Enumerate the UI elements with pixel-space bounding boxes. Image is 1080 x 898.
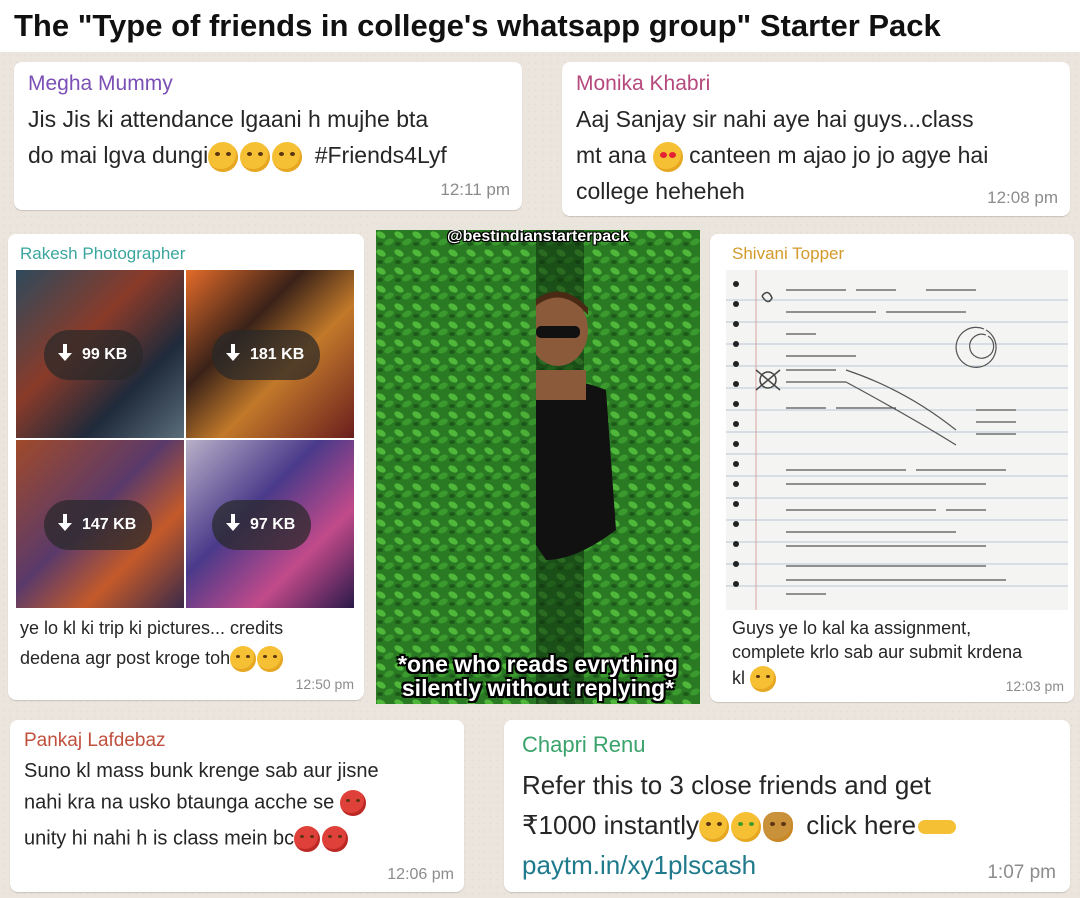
message-bubble[interactable]: Rakesh Photographer 99 KB 181 KB 147 KB … <box>8 234 364 700</box>
notebook-photo[interactable] <box>726 270 1068 610</box>
message-line: ye lo kl ki trip ki pictures... credits <box>20 618 284 638</box>
message-time: 12:03 pm <box>1005 678 1064 694</box>
message-text: do mai lgva dungi <box>28 142 209 169</box>
chat-panel-megha: Megha Mummy Jis Jis ki attendance lgaani… <box>0 52 540 222</box>
file-size: 97 KB <box>250 516 296 533</box>
download-arrow-icon <box>58 513 72 532</box>
message-text: unity hi nahi h is class mein bc <box>24 827 295 850</box>
chat-panel-pankaj: Pankaj Lafdebaz Suno kl mass bunk krenge… <box>0 708 480 898</box>
laughing-face-icon <box>257 646 284 672</box>
meme-caption: *one who reads evrything <box>398 651 678 677</box>
money-mouth-face-icon <box>731 812 761 843</box>
message-line: do mai lgva dungi #Friends4Lyf <box>28 142 447 172</box>
kissing-face-icon <box>240 142 271 172</box>
meme-image: @bestindianstarterpack *one who reads ev… <box>376 230 700 704</box>
page-title: The "Type of friends in college's whatsa… <box>0 0 1080 52</box>
message-text: canteen m ajao jo jo agye hai <box>689 142 989 169</box>
money-bag-icon <box>763 812 793 843</box>
message-text: dedena agr post kroge toh <box>20 647 231 668</box>
message-line: dedena agr post kroge toh <box>20 646 284 672</box>
star-struck-face-icon <box>699 812 729 843</box>
message-line: ₹1000 instantly click here <box>522 810 957 843</box>
message-line: Guys ye lo kal ka assignment, <box>732 618 972 638</box>
meme-caption: silently without replying* <box>401 675 675 701</box>
notebook-page <box>726 270 1068 610</box>
message-text: click here <box>806 810 917 840</box>
sad-face-icon <box>230 646 257 672</box>
message-line: Jis Jis ki attendance lgaani h mujhe bta <box>28 106 429 132</box>
message-bubble[interactable]: Megha Mummy Jis Jis ki attendance lgaani… <box>14 62 522 210</box>
chat-panel-rakesh: Rakesh Photographer 99 KB 181 KB 147 KB … <box>0 222 370 708</box>
download-button[interactable]: 181 KB <box>212 330 321 380</box>
sender-name: Rakesh Photographer <box>20 244 186 263</box>
chat-panel-renu: Chapri Renu Refer this to 3 close friend… <box>480 708 1080 898</box>
kissing-face-icon <box>208 142 239 172</box>
photo-thumbnail[interactable]: 181 KB <box>186 270 354 438</box>
message-time: 1:07 pm <box>987 862 1056 883</box>
sunglasses <box>536 326 580 338</box>
message-line: kl <box>732 666 777 692</box>
download-arrow-icon <box>226 343 240 362</box>
file-size: 99 KB <box>82 346 128 363</box>
message-line: Aaj Sanjay sir nahi aye hai guys...class <box>576 106 974 132</box>
message-text: nahi kra na usko btaunga acche se <box>24 791 335 814</box>
message-bubble[interactable]: Monika Khabri Aaj Sanjay sir nahi aye ha… <box>562 62 1070 216</box>
message-line: Suno kl mass bunk krenge sab aur jisne <box>24 760 379 782</box>
angry-face-icon <box>294 826 321 852</box>
download-button[interactable]: 99 KB <box>44 330 144 380</box>
message-bubble[interactable]: Pankaj Lafdebaz Suno kl mass bunk krenge… <box>10 720 464 892</box>
message-line: college heheheh <box>576 178 745 204</box>
hashtag: #Friends4Lyf <box>314 142 447 169</box>
kissing-face-icon <box>272 142 303 172</box>
sender-name: Chapri Renu <box>522 732 646 757</box>
message-text: mt ana <box>576 142 647 169</box>
message-line: nahi kra na usko btaunga acche se <box>24 790 366 816</box>
pointing-hand-icon <box>918 820 957 835</box>
message-time: 12:08 pm <box>987 188 1058 207</box>
download-button[interactable]: 97 KB <box>212 500 312 550</box>
watermark-handle: @bestindianstarterpack <box>447 230 629 245</box>
sender-name: Pankaj Lafdebaz <box>24 730 166 751</box>
download-arrow-icon <box>58 343 72 362</box>
sender-name: Monika Khabri <box>576 72 711 95</box>
sender-name: Shivani Topper <box>732 244 845 263</box>
message-time: 12:06 pm <box>387 866 454 883</box>
angry-face-icon <box>339 790 366 816</box>
angry-face-icon <box>322 826 349 852</box>
chat-panel-shivani: Shivani Topper Guys ye lo kal ka assignm… <box>706 222 1080 708</box>
photo-thumbnail[interactable]: 99 KB <box>16 270 184 438</box>
file-size: 147 KB <box>82 516 137 533</box>
photo-thumbnail[interactable]: 97 KB <box>186 440 354 608</box>
message-line: mt ana canteen m ajao jo jo agye hai <box>576 142 988 172</box>
message-line: unity hi nahi h is class mein bc <box>24 826 349 852</box>
sender-name: Megha Mummy <box>28 72 173 95</box>
download-button[interactable]: 147 KB <box>44 500 153 550</box>
meme-illustration <box>376 230 700 704</box>
message-time: 12:50 pm <box>295 676 354 692</box>
message-bubble[interactable]: Chapri Renu Refer this to 3 close friend… <box>504 720 1070 892</box>
heart-eyes-face-icon <box>652 142 683 172</box>
download-arrow-icon <box>226 513 240 532</box>
message-text: ₹1000 instantly <box>522 810 699 840</box>
message-line: Refer this to 3 close friends and get <box>522 770 932 800</box>
message-line: complete krlo sab aur submit krdena <box>732 642 1023 662</box>
message-text: kl <box>732 667 745 688</box>
referral-link[interactable]: paytm.in/xy1plscash <box>522 850 756 881</box>
chat-panel-monika: Monika Khabri Aaj Sanjay sir nahi aye ha… <box>540 52 1080 222</box>
grinning-face-icon <box>750 666 777 692</box>
message-bubble[interactable]: Shivani Topper Guys ye lo kal ka assignm… <box>710 234 1074 702</box>
photo-thumbnail[interactable]: 147 KB <box>16 440 184 608</box>
file-size: 181 KB <box>250 346 305 363</box>
message-time: 12:11 pm <box>440 180 510 199</box>
